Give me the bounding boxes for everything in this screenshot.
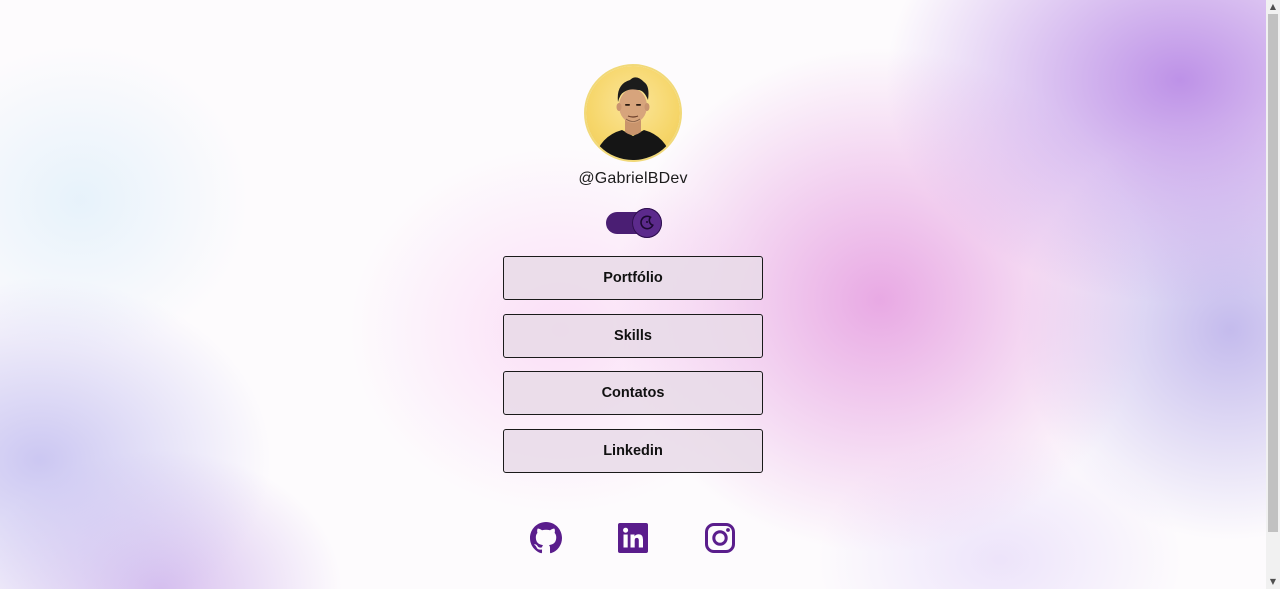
social-links xyxy=(530,522,740,556)
avatar xyxy=(586,66,680,160)
profile-photo-icon xyxy=(594,77,672,160)
github-icon[interactable] xyxy=(530,522,562,554)
linkedin-icon[interactable] xyxy=(617,522,649,554)
scroll-down-arrow[interactable]: ▼ xyxy=(1266,575,1280,589)
theme-toggle[interactable] xyxy=(606,208,662,238)
moon-icon xyxy=(640,215,654,230)
scroll-thumb[interactable] xyxy=(1268,14,1278,532)
instagram-icon[interactable] xyxy=(704,522,736,554)
link-tree-page: @GabrielBDev Portfólio Skills Contatos L… xyxy=(0,0,1266,589)
vertical-scrollbar[interactable]: ▲ ▼ xyxy=(1266,0,1280,589)
toggle-knob[interactable] xyxy=(632,208,662,238)
contacts-button[interactable]: Contatos xyxy=(503,371,763,415)
username: @GabrielBDev xyxy=(578,170,688,187)
linkedin-button[interactable]: Linkedin xyxy=(503,428,763,473)
skills-button[interactable]: Skills xyxy=(503,313,763,358)
scroll-up-arrow[interactable]: ▲ xyxy=(1266,0,1280,14)
portfolio-button[interactable]: Portfólio xyxy=(503,256,763,300)
link-list: Portfólio Skills Contatos Linkedin xyxy=(503,256,763,486)
